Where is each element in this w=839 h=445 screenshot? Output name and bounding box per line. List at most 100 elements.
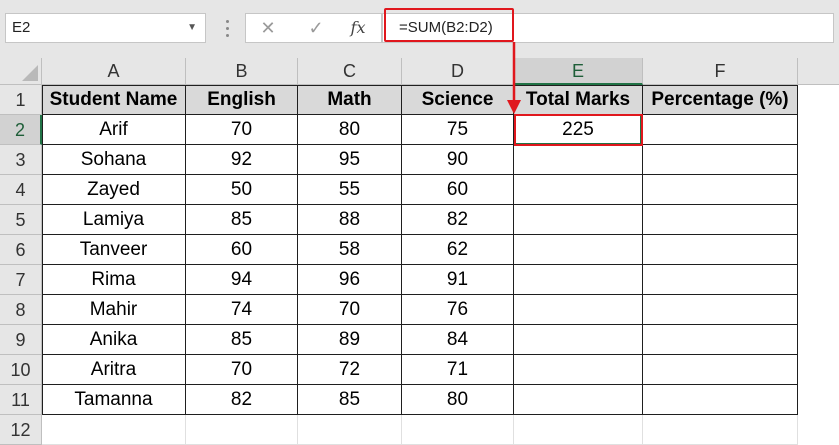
cell-f7[interactable] [643,265,798,295]
cell-f11[interactable] [643,385,798,415]
cell-e5[interactable] [514,205,643,235]
header-cell-c[interactable]: Math [298,85,402,115]
cell-f8[interactable] [643,295,798,325]
cell-b5[interactable]: 85 [186,205,298,235]
header-cell-d[interactable]: Science [402,85,514,115]
cell-d8[interactable]: 76 [402,295,514,325]
cell-c11[interactable]: 85 [298,385,402,415]
header-cell-f[interactable]: Percentage (%) [643,85,798,115]
row-header-7[interactable]: 7 [0,265,42,295]
insert-function-button[interactable]: fx [344,14,372,42]
cell-c4[interactable]: 55 [298,175,402,205]
cell-a2[interactable]: Arif [42,115,186,145]
cell-b12[interactable] [186,415,298,445]
cell-d12[interactable] [402,415,514,445]
cell-f10[interactable] [643,355,798,385]
row-header-10[interactable]: 10 [0,355,42,385]
cell-b6[interactable]: 60 [186,235,298,265]
column-header-c[interactable]: C [298,58,402,85]
select-all-button[interactable] [0,58,42,85]
column-header-overflow [798,58,839,85]
row-header-3[interactable]: 3 [0,145,42,175]
table-top-border [42,85,798,86]
table-left-border [42,85,43,415]
row-header-4[interactable]: 4 [0,175,42,205]
cell-e12[interactable] [514,415,643,445]
cell-f3[interactable] [643,145,798,175]
cell-c8[interactable]: 70 [298,295,402,325]
cell-e7[interactable] [514,265,643,295]
column-header-b[interactable]: B [186,58,298,85]
row-header-6[interactable]: 6 [0,235,42,265]
cell-e9[interactable] [514,325,643,355]
cell-a11[interactable]: Tamanna [42,385,186,415]
row-header-5[interactable]: 5 [0,205,42,235]
cell-d11[interactable]: 80 [402,385,514,415]
cell-f5[interactable] [643,205,798,235]
cell-c3[interactable]: 95 [298,145,402,175]
cell-a8[interactable]: Mahir [42,295,186,325]
cell-c5[interactable]: 88 [298,205,402,235]
cell-a3[interactable]: Sohana [42,145,186,175]
cell-a4[interactable]: Zayed [42,175,186,205]
cell-c6[interactable]: 58 [298,235,402,265]
formula-bar-splitter[interactable] [224,18,230,40]
cell-c10[interactable]: 72 [298,355,402,385]
cell-d3[interactable]: 90 [402,145,514,175]
cell-d5[interactable]: 82 [402,205,514,235]
row-header-11[interactable]: 11 [0,385,42,415]
cell-a6[interactable]: Tanveer [42,235,186,265]
cell-b7[interactable]: 94 [186,265,298,295]
cell-d2[interactable]: 75 [402,115,514,145]
cell-e3[interactable] [514,145,643,175]
cell-c7[interactable]: 96 [298,265,402,295]
active-cell-highlight [514,114,643,146]
cell-c2[interactable]: 80 [298,115,402,145]
column-header-d[interactable]: D [402,58,514,85]
cell-b11[interactable]: 82 [186,385,298,415]
cell-a9[interactable]: Anika [42,325,186,355]
column-header-a[interactable]: A [42,58,186,85]
cell-f4[interactable] [643,175,798,205]
header-cell-b[interactable]: English [186,85,298,115]
name-box[interactable]: E2 ▼ [5,13,206,43]
cell-d9[interactable]: 84 [402,325,514,355]
row-header-12[interactable]: 12 [0,415,42,445]
cell-a5[interactable]: Lamiya [42,205,186,235]
cell-e8[interactable] [514,295,643,325]
header-cell-e[interactable]: Total Marks [514,85,643,115]
cell-f2[interactable] [643,115,798,145]
cell-b4[interactable]: 50 [186,175,298,205]
check-icon[interactable]: ✓ [302,14,330,42]
cell-d7[interactable]: 91 [402,265,514,295]
cell-d6[interactable]: 62 [402,235,514,265]
chevron-down-icon[interactable]: ▼ [187,14,197,42]
column-header-f[interactable]: F [643,58,798,85]
cell-f12[interactable] [643,415,798,445]
cell-e6[interactable] [514,235,643,265]
cell-c9[interactable]: 89 [298,325,402,355]
cell-d4[interactable]: 60 [402,175,514,205]
cell-b9[interactable]: 85 [186,325,298,355]
cell-a12[interactable] [42,415,186,445]
row-header-2[interactable]: 2 [0,115,42,145]
cell-f9[interactable] [643,325,798,355]
column-header-e[interactable]: E [514,58,643,85]
cell-b3[interactable]: 92 [186,145,298,175]
cell-a10[interactable]: Aritra [42,355,186,385]
row-header-8[interactable]: 8 [0,295,42,325]
header-cell-a[interactable]: Student Name [42,85,186,115]
cell-b8[interactable]: 74 [186,295,298,325]
cell-a7[interactable]: Rima [42,265,186,295]
row-header-1[interactable]: 1 [0,85,42,115]
row-header-9[interactable]: 9 [0,325,42,355]
cell-b2[interactable]: 70 [186,115,298,145]
cell-e4[interactable] [514,175,643,205]
cell-d10[interactable]: 71 [402,355,514,385]
cell-b10[interactable]: 70 [186,355,298,385]
cell-e11[interactable] [514,385,643,415]
close-icon[interactable]: ✕ [254,14,282,42]
cell-f6[interactable] [643,235,798,265]
cell-c12[interactable] [298,415,402,445]
cell-e10[interactable] [514,355,643,385]
